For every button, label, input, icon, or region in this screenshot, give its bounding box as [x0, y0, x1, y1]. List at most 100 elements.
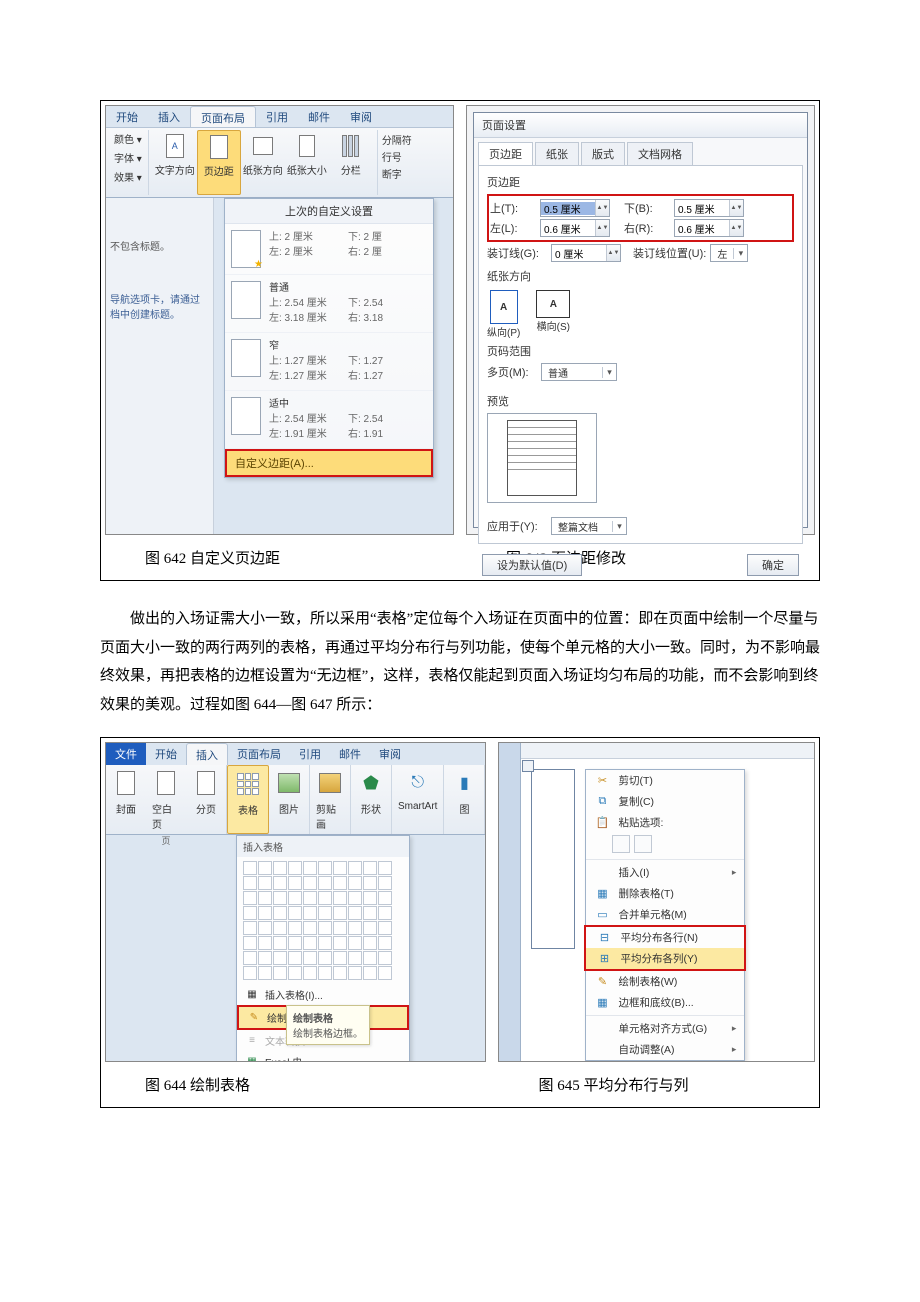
border-shading-item[interactable]: ▦边框和底纹(B)...: [586, 992, 744, 1013]
preset-left: 左: 2 厘米: [269, 245, 348, 260]
tab-page-layout[interactable]: 页面布局: [190, 106, 256, 127]
hyphenation[interactable]: 断字: [382, 166, 412, 181]
theme-font[interactable]: 字体 ▾: [112, 149, 144, 166]
tab-insert[interactable]: 插入: [148, 106, 190, 127]
preview-box: [487, 413, 597, 503]
preset-icon: [231, 397, 261, 435]
margin-preset-normal[interactable]: 普通 上: 2.54 厘米下: 2.54 左: 3.18 厘米右: 3.18: [225, 275, 433, 333]
gutter-pos-combo[interactable]: 左▾: [710, 244, 748, 262]
range-section-label: 页码范围: [487, 343, 794, 359]
ribbon: 封面 空白页 分页 页 表格 图片 剪贴画 ⬟形状 ⎋SmartArt ▮图: [106, 765, 485, 835]
clipart-button[interactable]: 剪贴画: [310, 765, 351, 834]
tab-mailings[interactable]: 邮件: [330, 743, 370, 765]
ok-button[interactable]: 确定: [747, 554, 799, 576]
top-spinner[interactable]: ▲▼: [540, 199, 610, 217]
dialog-title: 页面设置: [474, 113, 807, 138]
preset-left: 左: 1.27 厘米: [269, 369, 348, 384]
gutter-input[interactable]: [552, 247, 606, 260]
autofit-label: 自动调整(A): [618, 1042, 674, 1057]
tab-home[interactable]: 开始: [106, 106, 148, 127]
breaks[interactable]: 分隔符: [382, 132, 412, 147]
orientation-button[interactable]: 纸张方向: [241, 130, 285, 195]
preset-name: 适中: [269, 397, 427, 412]
tab-insert[interactable]: 插入: [186, 743, 228, 765]
table-icon: [237, 773, 259, 795]
distribute-cols-item[interactable]: ⊞平均分布各列(Y): [586, 948, 744, 969]
margins-button[interactable]: 页边距: [197, 130, 241, 195]
preset-icon: [231, 281, 261, 319]
insert-table-item[interactable]: ▦插入表格(I)...: [237, 984, 409, 1005]
landscape-label: 横向(S): [537, 318, 570, 333]
ribbon-tabs: 文件 开始 插入 页面布局 引用 邮件 审阅: [106, 743, 485, 765]
cell-align-item[interactable]: 单元格对齐方式(G): [586, 1018, 744, 1039]
table-grid-picker[interactable]: [237, 857, 409, 984]
tab-grid[interactable]: 文档网格: [627, 142, 693, 165]
margin-preset-narrow[interactable]: 窄 上: 1.27 厘米下: 1.27 左: 1.27 厘米右: 1.27: [225, 333, 433, 391]
dist-cols-label: 平均分布各列(Y): [620, 951, 697, 966]
tab-references[interactable]: 引用: [256, 106, 298, 127]
no-title-text: 不包含标题。: [110, 238, 209, 253]
columns-button[interactable]: 分栏: [329, 130, 373, 195]
left-input[interactable]: [541, 222, 595, 235]
theme-color[interactable]: 颜色 ▾: [112, 130, 144, 147]
tab-review[interactable]: 审阅: [370, 743, 410, 765]
tab-references[interactable]: 引用: [290, 743, 330, 765]
copy-item[interactable]: ⧉复制(C): [586, 791, 744, 812]
cut-item[interactable]: ✂剪切(T): [586, 770, 744, 791]
multi-combo[interactable]: 普通▾: [541, 363, 617, 381]
line-numbers[interactable]: 行号: [382, 149, 412, 164]
left-spinner[interactable]: ▲▼: [540, 219, 610, 237]
custom-margins-item[interactable]: 自定义边距(A)...: [225, 449, 433, 477]
text-direction-button[interactable]: A 文字方向: [153, 130, 197, 195]
right-spinner[interactable]: ▲▼: [674, 219, 744, 237]
paste-option-icon[interactable]: [612, 835, 630, 853]
margins-section-label: 页边距: [487, 174, 794, 190]
bottom-spinner[interactable]: ▲▼: [674, 199, 744, 217]
caption-645: 图 645 平均分布行与列: [498, 1062, 815, 1103]
blank-button[interactable]: 空白页: [146, 765, 186, 834]
apply-combo[interactable]: 整篇文档▾: [551, 517, 627, 535]
highlighted-distribute: ⊟平均分布各行(N) ⊞平均分布各列(Y): [584, 925, 746, 971]
set-default-button[interactable]: 设为默认值(D): [482, 554, 582, 576]
margin-preset-moderate[interactable]: 适中 上: 2.54 厘米下: 2.54 左: 1.91 厘米右: 1.91: [225, 391, 433, 449]
tab-page-layout[interactable]: 页面布局: [228, 743, 290, 765]
portrait-option[interactable]: A纵向(P): [487, 290, 520, 339]
theme-effect[interactable]: 效果 ▾: [112, 168, 144, 185]
tab-paper[interactable]: 纸张: [535, 142, 579, 165]
top-input[interactable]: [541, 202, 595, 215]
bottom-input[interactable]: [675, 202, 729, 215]
smartart-button[interactable]: ⎋SmartArt: [392, 765, 444, 834]
tab-home[interactable]: 开始: [146, 743, 186, 765]
picture-button[interactable]: 图片: [269, 765, 310, 834]
margin-preset-last[interactable]: 上: 2 厘米下: 2 厘 左: 2 厘米右: 2 厘: [225, 224, 433, 275]
delete-table-item[interactable]: ▦删除表格(T): [586, 883, 744, 904]
tab-file[interactable]: 文件: [106, 743, 146, 765]
preview-label: 预览: [487, 393, 794, 409]
preset-right: 右: 1.27: [348, 369, 427, 384]
caption-642: 图 642 自定义页边距: [105, 535, 454, 576]
landscape-option[interactable]: A横向(S): [536, 290, 570, 339]
distribute-rows-item[interactable]: ⊟平均分布各行(N): [586, 927, 744, 948]
right-input[interactable]: [675, 222, 729, 235]
orientation-label: 纸张方向: [243, 162, 283, 177]
draw-table-item[interactable]: ✎绘制表格(W): [586, 971, 744, 992]
chart-button[interactable]: ▮图: [444, 765, 485, 834]
break-button[interactable]: 分页: [186, 765, 226, 834]
gutter-spinner[interactable]: ▲▼: [551, 244, 621, 262]
excel-table-item[interactable]: ▦Excel 电: [237, 1051, 409, 1062]
tab-margins[interactable]: 页边距: [478, 142, 533, 165]
autofit-item[interactable]: 自动调整(A): [586, 1039, 744, 1060]
insert-item[interactable]: 插入(I): [586, 862, 744, 883]
table-button[interactable]: 表格: [227, 765, 269, 834]
tab-layout[interactable]: 版式: [581, 142, 625, 165]
cover-button[interactable]: 封面: [106, 765, 146, 834]
tab-review[interactable]: 审阅: [340, 106, 382, 127]
merge-cells-item[interactable]: ▭合并单元格(M): [586, 904, 744, 925]
preset-icon: [231, 230, 261, 268]
paste-option-icon[interactable]: [634, 835, 652, 853]
shapes-button[interactable]: ⬟形状: [351, 765, 392, 834]
clipart-label: 剪贴画: [316, 801, 344, 831]
tab-mailings[interactable]: 邮件: [298, 106, 340, 127]
cut-label: 剪切(T): [618, 773, 652, 788]
size-button[interactable]: 纸张大小: [285, 130, 329, 195]
